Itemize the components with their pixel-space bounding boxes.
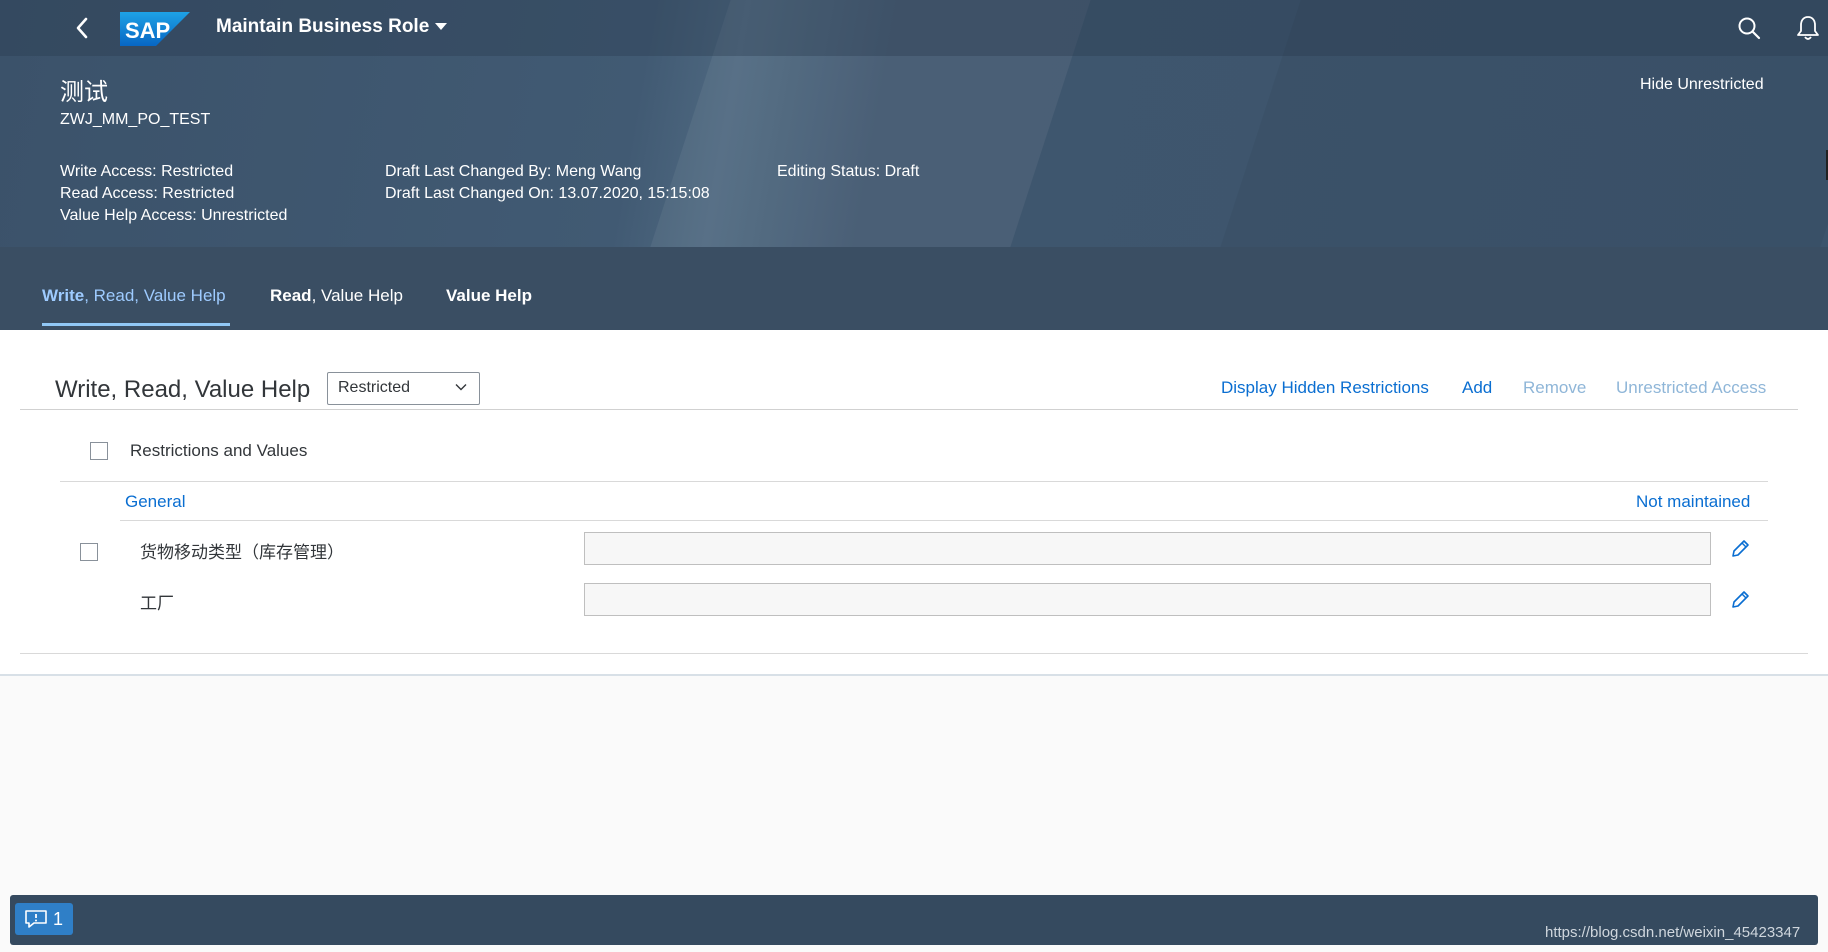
tab-label-rest: , Read, Value Help	[84, 286, 226, 305]
search-icon[interactable]	[1735, 14, 1763, 42]
chevron-down-icon	[455, 384, 467, 391]
editing-status-text: Editing Status: Draft	[777, 163, 920, 180]
toolbar-divider	[20, 409, 1798, 410]
edit-pencil-icon[interactable]	[1729, 538, 1751, 560]
section-bottom-divider	[20, 653, 1808, 654]
remove-button[interactable]: Remove	[1523, 378, 1586, 398]
tab-label-bold: Read	[270, 286, 312, 305]
select-value: Restricted	[338, 379, 411, 396]
app-title[interactable]: Maintain Business Role	[216, 16, 448, 38]
tab-label-bold: Write	[42, 286, 85, 305]
content-bottom-border	[0, 674, 1828, 676]
back-icon[interactable]	[72, 16, 94, 40]
restrictions-header-label: Restrictions and Values	[130, 441, 308, 460]
unrestricted-access-button[interactable]: Unrestricted Access	[1616, 378, 1766, 398]
selected-tab-indicator	[42, 323, 230, 326]
group-divider	[120, 520, 1768, 521]
row-checkbox[interactable]	[80, 543, 98, 561]
bell-icon[interactable]	[1794, 14, 1822, 42]
access-attributes: Write Access: Restricted Read Access: Re…	[60, 161, 287, 227]
svg-text:SAP: SAP	[125, 18, 170, 43]
caret-down-icon	[435, 23, 448, 31]
restriction-select[interactable]: Restricted	[327, 372, 480, 405]
watermark-text: https://blog.csdn.net/weixin_45423347	[1545, 924, 1801, 941]
message-count: 1	[53, 909, 64, 929]
app-title-text: Maintain Business Role	[216, 16, 430, 37]
tab-label-rest: , Value Help	[311, 286, 403, 305]
message-icon	[25, 910, 47, 928]
object-title: 测试	[60, 79, 108, 106]
value-help-access-text: Value Help Access: Unrestricted	[60, 207, 288, 224]
select-all-checkbox[interactable]	[90, 442, 108, 460]
add-button[interactable]: Add	[1462, 378, 1492, 398]
hide-unrestricted-button[interactable]: Hide Unrestricted	[1640, 76, 1764, 94]
group-general-link[interactable]: General	[125, 492, 185, 512]
row-label-plant: 工厂	[140, 594, 174, 613]
draft-attributes: Draft Last Changed By: Meng Wang Draft L…	[385, 161, 710, 205]
tab-value-help[interactable]: Value Help	[446, 286, 532, 306]
tab-read-value-help[interactable]: Read, Value Help	[270, 286, 403, 306]
row-label-movement-type: 货物移动类型（库存管理）	[140, 543, 344, 562]
display-hidden-restrictions-button[interactable]: Display Hidden Restrictions	[1221, 378, 1429, 398]
read-access-text: Read Access: Restricted	[60, 185, 235, 202]
draft-changed-by-text: Draft Last Changed By: Meng Wang	[385, 163, 642, 180]
movement-type-field[interactable]	[584, 532, 1711, 565]
write-access-text: Write Access: Restricted	[60, 163, 234, 180]
edit-pencil-icon[interactable]	[1729, 589, 1751, 611]
section-title: Write, Read, Value Help	[55, 376, 311, 403]
tab-write-read-value-help[interactable]: Write, Read, Value Help	[42, 286, 226, 306]
sap-logo[interactable]: SAP	[120, 12, 190, 46]
message-popover-button[interactable]: 1	[15, 903, 73, 935]
object-subtitle: ZWJ_MM_PO_TEST	[60, 111, 211, 128]
table-header-divider	[60, 481, 1768, 482]
group-status-link[interactable]: Not maintained	[1636, 492, 1750, 512]
plant-field[interactable]	[584, 583, 1711, 616]
draft-changed-on-text: Draft Last Changed On: 13.07.2020, 15:15…	[385, 185, 710, 202]
